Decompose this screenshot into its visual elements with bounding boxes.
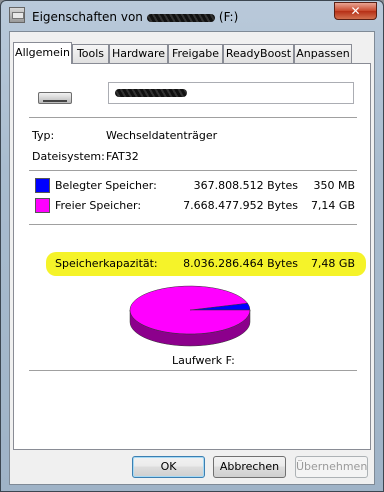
tab-readyboost[interactable]: ReadyBoost xyxy=(223,44,294,63)
tab-anpassen[interactable]: Anpassen xyxy=(294,44,352,63)
title-prefix: Eigenschaften von xyxy=(32,10,143,24)
separator xyxy=(29,224,357,225)
free-label: Freier Speicher: xyxy=(55,199,142,212)
used-color-swatch xyxy=(35,178,50,193)
drive-name-input[interactable] xyxy=(108,82,354,104)
redacted-scribble xyxy=(115,89,187,97)
free-color-swatch xyxy=(35,198,50,213)
dialog-client: Allgemein Tools Hardware Freigabe ReadyB… xyxy=(9,31,375,485)
free-bytes: 7.668.477.952 Bytes xyxy=(183,199,298,212)
tab-allgemein[interactable]: Allgemein xyxy=(13,42,72,64)
title-bar[interactable]: Eigenschaften von (F:) ✕ xyxy=(1,1,383,31)
drive-icon xyxy=(9,7,25,23)
tab-freigabe[interactable]: Freigabe xyxy=(168,44,223,63)
properties-window: Eigenschaften von (F:) ✕ Allgemein Tools … xyxy=(0,0,384,492)
usage-pie-chart xyxy=(129,285,251,347)
close-icon: ✕ xyxy=(350,4,361,18)
redacted-scribble xyxy=(146,13,215,22)
window-title: Eigenschaften von (F:) xyxy=(32,10,238,24)
close-button[interactable]: ✕ xyxy=(334,2,377,20)
used-label: Belegter Speicher: xyxy=(55,179,157,192)
title-drive: (F:) xyxy=(218,10,239,24)
general-panel: Typ: Wechseldatenträger Dateisystem: FAT… xyxy=(13,63,371,450)
tab-tools[interactable]: Tools xyxy=(72,44,109,63)
pie-slice-free xyxy=(129,285,251,335)
used-size: 350 MB xyxy=(313,179,355,192)
capacity-bytes: 8.036.286.464 Bytes xyxy=(183,257,298,270)
usb-drive-icon xyxy=(38,92,72,104)
free-size: 7,14 GB xyxy=(310,199,355,212)
dialog-buttons: OK Abbrechen Übernehmen xyxy=(10,456,374,480)
filesystem-value: FAT32 xyxy=(106,150,139,163)
type-value: Wechseldatenträger xyxy=(106,129,218,142)
capacity-size: 7,48 GB xyxy=(310,257,355,270)
separator xyxy=(29,117,357,118)
separator xyxy=(29,170,357,171)
filesystem-label: Dateisystem: xyxy=(32,150,105,163)
ok-button[interactable]: OK xyxy=(132,456,205,478)
drive-caption: Laufwerk F: xyxy=(172,354,235,367)
used-bytes: 367.808.512 Bytes xyxy=(193,179,298,192)
apply-button[interactable]: Übernehmen xyxy=(295,456,368,478)
cancel-button[interactable]: Abbrechen xyxy=(213,456,286,478)
separator xyxy=(29,370,357,371)
tab-hardware[interactable]: Hardware xyxy=(109,44,168,63)
capacity-label: Speicherkapazität: xyxy=(55,257,158,270)
type-label: Typ: xyxy=(32,129,55,142)
